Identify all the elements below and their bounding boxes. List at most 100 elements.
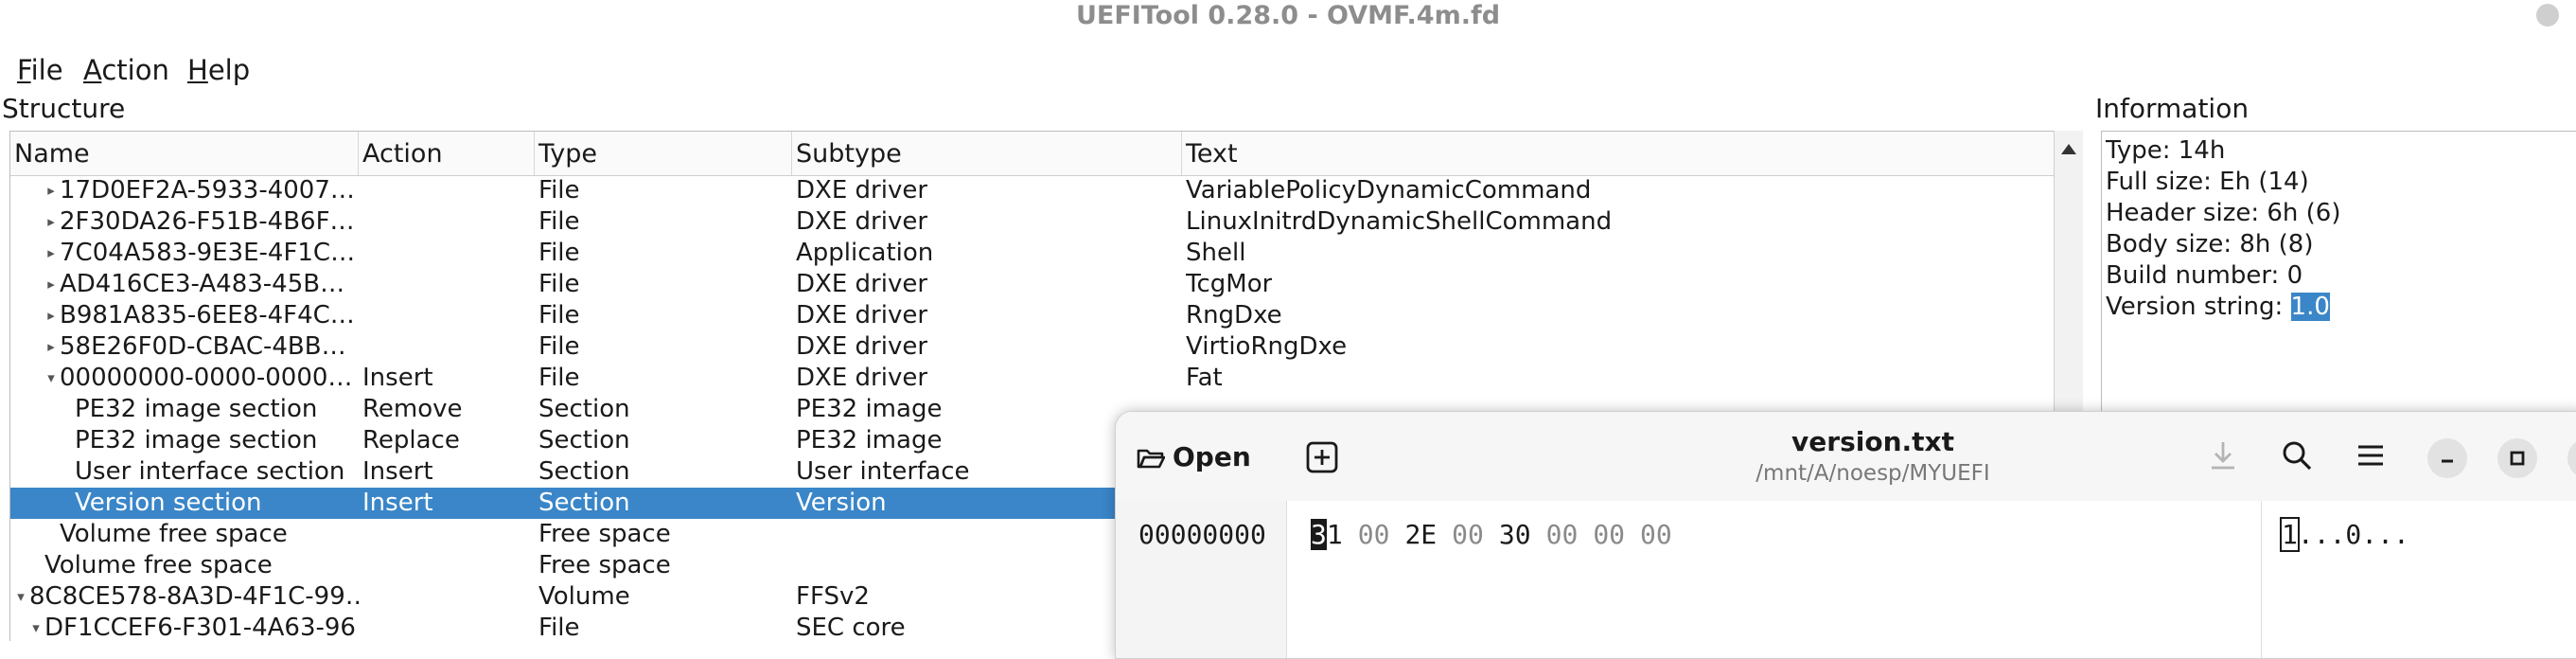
hex-byte[interactable]: 00 <box>1452 518 1484 552</box>
tree-cell-name: ▸ 17D0EF2A-5933-4007… <box>44 175 359 206</box>
tree-cell-type: File <box>538 614 580 641</box>
tree-cell-type: File <box>538 207 580 236</box>
info-line: Build number: 0 <box>2106 260 2303 292</box>
hex-byte[interactable]: 00 <box>1358 518 1390 552</box>
window-control-button[interactable] <box>2536 4 2559 27</box>
tree-cell-type: Section <box>538 457 630 486</box>
expand-right-icon[interactable]: ▸ <box>44 269 58 300</box>
tree-cell-name-text: User interface section <box>75 457 345 486</box>
tree-cell-name: User interface section <box>60 456 359 488</box>
tree-cell-type: Section <box>538 395 630 423</box>
expand-right-icon[interactable]: ▸ <box>44 300 58 331</box>
search-icon <box>2283 441 2312 471</box>
offset-label: 00000000 <box>1138 519 1266 550</box>
tree-cell-action: Insert <box>362 457 433 486</box>
column-header-action[interactable]: Action <box>359 132 535 175</box>
hex-byte[interactable]: 31 <box>1311 518 1343 552</box>
tree-cell-name-text: PE32 image section <box>75 395 318 423</box>
tree-cell-name: Volume free space <box>29 550 359 581</box>
tree-cell-type: Section <box>538 489 630 517</box>
tree-row[interactable]: ▸ 7C04A583-9E3E-4F1C… File Application Shell <box>10 238 2055 269</box>
info-line: Body size: 8h (8) <box>2106 229 2313 260</box>
info-value: Eh (14) <box>2219 168 2309 196</box>
info-line: Header size: 6h (6) <box>2106 198 2341 229</box>
hex-view[interactable]: 00000000 31 00 2E 00 30 00 00 00 1...0... <box>1116 501 2576 658</box>
scroll-up-arrow-icon[interactable] <box>2061 144 2076 154</box>
ascii-cursor: 1 <box>2280 517 2300 552</box>
hex-byte[interactable]: 30 <box>1499 518 1531 552</box>
search-button[interactable] <box>2280 438 2314 476</box>
tree-cell-name-text: PE32 image section <box>75 426 318 454</box>
file-path: /mnt/A/noesp/MYUEFI <box>1756 461 1990 486</box>
menu-file[interactable]: File <box>17 51 63 89</box>
tree-cell-subtype: User interface <box>796 457 970 486</box>
tree-row[interactable]: ▾ 00000000-0000-0000… Insert File DXE driver… <box>10 363 2055 394</box>
tree-row[interactable]: ▸ 58E26F0D-CBAC-4BB… File DXE driver VirtioR… <box>10 331 2055 363</box>
hex-byte[interactable]: 00 <box>1640 518 1672 552</box>
info-key: Header size: <box>2106 199 2260 227</box>
tree-row[interactable]: ▸ 17D0EF2A-5933-4007… File DXE driver Variab… <box>10 175 2055 206</box>
expand-down-icon[interactable]: ▾ <box>14 581 27 613</box>
hex-byte[interactable]: 00 <box>1593 518 1625 552</box>
tree-cell-name: ▸ AD416CE3-A483-45B… <box>44 269 359 300</box>
tree-cell-name: ▸ 58E26F0D-CBAC-4BB… <box>44 331 359 363</box>
tree-cell-action: Remove <box>362 395 463 423</box>
download-icon <box>2212 442 2234 470</box>
menu-action[interactable]: Action <box>83 51 169 89</box>
tree-cell-type: Free space <box>538 551 671 579</box>
hex-editor-headerbar: Open version.txt /mnt/A/noesp/MYUEFI <box>1116 412 2576 502</box>
tree-cell-action: Insert <box>362 489 433 517</box>
tree-row[interactable]: ▸ B981A835-6EE8-4F4C… File DXE driver RngDxe <box>10 300 2055 331</box>
column-header-type[interactable]: Type <box>535 132 792 175</box>
info-line: Full size: Eh (14) <box>2106 167 2309 198</box>
window-title: UEFITool 0.28.0 - OVMF.4m.fd <box>1075 1 1501 30</box>
new-tab-button[interactable] <box>1305 440 1339 478</box>
tree-row[interactable]: ▸ AD416CE3-A483-45B… File DXE driver TcgMor <box>10 269 2055 300</box>
tree-cell-name-text: Version section <box>75 489 262 517</box>
expand-right-icon[interactable]: ▸ <box>44 206 58 238</box>
file-name: version.txt <box>1791 426 1954 457</box>
tree-cell-text: VirtioRngDxe <box>1186 332 1348 361</box>
tree-cell-text: TcgMor <box>1186 270 1273 298</box>
info-key: Type: <box>2106 136 2171 165</box>
ascii-view[interactable]: 1...0... <box>2280 517 2409 552</box>
tree-cell-name: ▸ B981A835-6EE8-4F4C… <box>44 300 359 331</box>
ascii-divider <box>2261 501 2262 658</box>
tree-cell-name-text: DF1CCEF6-F301-4A63-96… <box>44 614 359 641</box>
info-value: 0 <box>2286 261 2303 290</box>
tree-cell-name-text: 00000000-0000-0000… <box>60 364 353 392</box>
expand-right-icon[interactable]: ▸ <box>44 238 58 269</box>
column-header-subtype[interactable]: Subtype <box>792 132 1182 175</box>
column-header-name[interactable]: Name <box>10 132 359 175</box>
save-download-button[interactable] <box>2206 438 2240 476</box>
hex-byte[interactable]: 2E <box>1404 518 1437 552</box>
maximize-icon <box>2510 451 2525 466</box>
maximize-button[interactable] <box>2497 438 2537 478</box>
minimize-button[interactable] <box>2427 438 2467 478</box>
expand-right-icon[interactable]: ▸ <box>44 175 58 206</box>
expand-right-icon[interactable]: ▸ <box>44 331 58 363</box>
close-button[interactable] <box>2567 438 2576 478</box>
tree-cell-subtype: FFSv2 <box>796 582 870 611</box>
hex-byte[interactable]: 00 <box>1546 518 1579 552</box>
tree-cell-type: Volume <box>538 582 630 611</box>
tree-cell-text: LinuxInitrdDynamicShellCommand <box>1186 207 1613 236</box>
tree-header: Name Action Type Subtype Text <box>10 132 2055 176</box>
tree-cell-type: File <box>538 364 580 392</box>
tree-row[interactable]: ▸ 2F30DA26-F51B-4B6F… File DXE driver LinuxI… <box>10 206 2055 238</box>
expand-down-icon[interactable]: ▾ <box>29 613 43 641</box>
expand-down-icon[interactable]: ▾ <box>44 363 58 394</box>
menu-help[interactable]: Help <box>187 51 250 89</box>
hex-bytes[interactable]: 31 00 2E 00 30 00 00 00 <box>1311 518 1687 552</box>
column-header-text[interactable]: Text <box>1182 132 2055 175</box>
tree-cell-name: Volume free space <box>44 519 359 550</box>
hamburger-menu-icon <box>2358 445 2383 466</box>
open-button[interactable]: Open <box>1137 436 1251 478</box>
tree-cell-subtype: DXE driver <box>796 332 928 361</box>
main-menu-button[interactable] <box>2354 438 2388 476</box>
tree-cell-name-text: Volume free space <box>44 551 273 579</box>
tree-cell-name: ▾ 00000000-0000-0000… <box>44 363 359 394</box>
tree-cell-type: File <box>538 176 580 205</box>
tree-cell-subtype: PE32 image <box>796 426 943 454</box>
tree-cell-text: VariablePolicyDynamicCommand <box>1186 176 1592 205</box>
